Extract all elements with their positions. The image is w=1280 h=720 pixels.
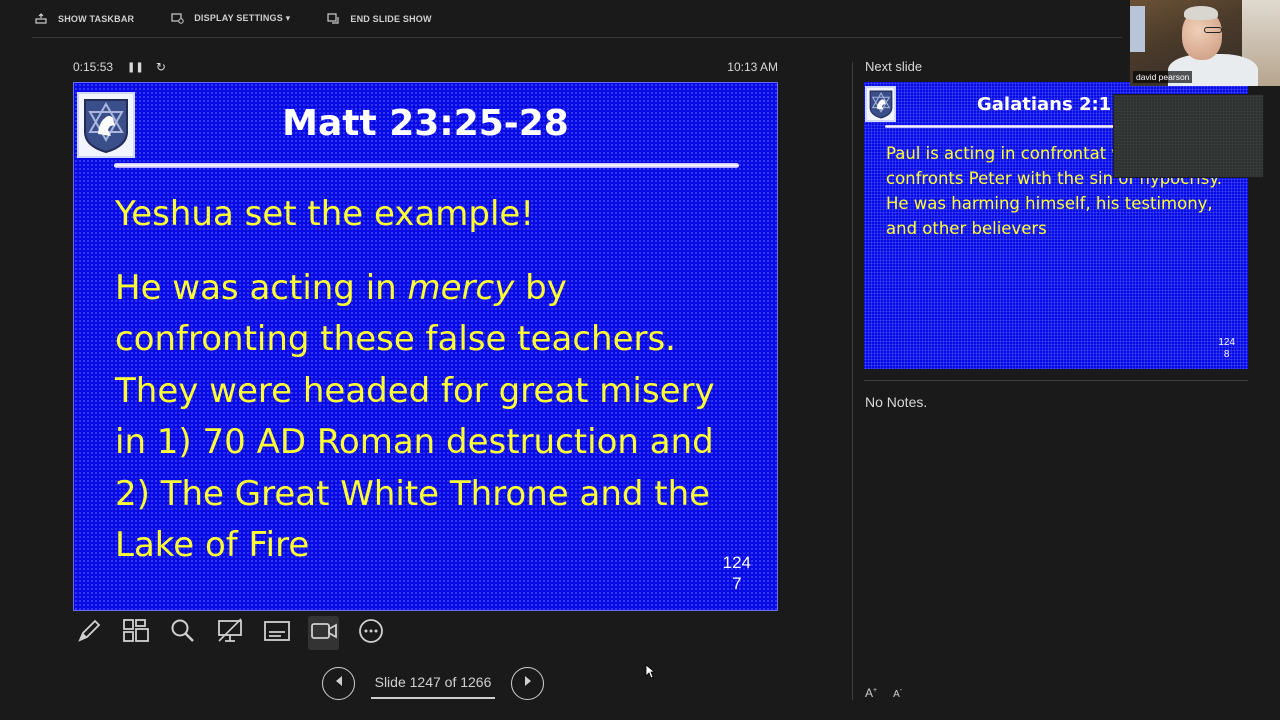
presenter-toolbar: SHOW TASKBAR DISPLAY SETTINGS ▾ END SLID… bbox=[32, 0, 1122, 38]
next-slide-number-bottom: 8 bbox=[1223, 349, 1230, 360]
slide-counter[interactable]: Slide 1247 of 1266 bbox=[355, 666, 511, 700]
slide-counter-underline bbox=[371, 696, 495, 699]
decrease-font-button[interactable]: A- bbox=[893, 686, 902, 700]
next-slide-number: 124 8 bbox=[1218, 337, 1235, 361]
slide-paragraph: He was acting in mercy by confronting th… bbox=[115, 263, 755, 572]
increase-font-label: A bbox=[865, 686, 874, 700]
slide-number-bottom: 7 bbox=[732, 574, 742, 593]
black-screen-button[interactable] bbox=[214, 616, 245, 650]
pen-tool-button[interactable] bbox=[73, 616, 104, 650]
notes-divider bbox=[864, 380, 1248, 381]
pen-icon bbox=[76, 618, 102, 649]
pause-icon[interactable]: ❚❚ bbox=[127, 62, 144, 73]
next-slide-logo bbox=[865, 86, 896, 122]
speaker-notes[interactable]: No Notes. bbox=[865, 394, 927, 410]
reset-icon[interactable]: ↻ bbox=[156, 60, 166, 74]
camera-preview-tile[interactable] bbox=[1113, 94, 1264, 178]
slide-paragraph-start: He was acting in bbox=[115, 267, 408, 308]
slide-body: Yeshua set the example! He was acting in… bbox=[115, 189, 755, 572]
show-taskbar-label: SHOW TASKBAR bbox=[58, 13, 135, 24]
display-settings-icon bbox=[170, 13, 184, 25]
slide-number-top: 124 bbox=[722, 553, 751, 572]
slide-number: 124 7 bbox=[723, 552, 751, 594]
panel-divider[interactable] bbox=[852, 62, 853, 700]
taskbar-icon bbox=[34, 13, 48, 25]
decrease-font-label: A bbox=[893, 689, 900, 700]
next-icon bbox=[522, 674, 534, 693]
end-slide-show-label: END SLIDE SHOW bbox=[350, 13, 432, 24]
subtitles-button[interactable] bbox=[261, 616, 292, 650]
elapsed-timer: 0:15:53 bbox=[73, 60, 114, 74]
display-settings-button[interactable]: DISPLAY SETTINGS ▾ bbox=[170, 13, 290, 25]
previous-slide-button[interactable] bbox=[322, 666, 355, 700]
display-settings-label: DISPLAY SETTINGS ▾ bbox=[194, 13, 291, 23]
see-all-slides-button[interactable] bbox=[120, 616, 151, 650]
end-slide-show-button[interactable]: END SLIDE SHOW bbox=[326, 12, 432, 25]
show-taskbar-button[interactable]: SHOW TASKBAR bbox=[34, 13, 134, 25]
mouse-cursor-icon bbox=[645, 664, 656, 684]
camera-toggle-button[interactable] bbox=[308, 616, 339, 650]
zoom-button[interactable] bbox=[167, 616, 198, 650]
slide-paragraph-rest: by confronting these false teachers. The… bbox=[115, 267, 715, 566]
next-slide-button[interactable] bbox=[511, 666, 544, 700]
zoom-icon bbox=[170, 618, 196, 649]
camera-icon bbox=[310, 620, 338, 647]
participant-glasses bbox=[1204, 27, 1222, 33]
presenter-tools bbox=[73, 616, 386, 650]
slide-navigation: Slide 1247 of 1266 bbox=[322, 666, 544, 700]
participant-name-tag: david pearson bbox=[1133, 71, 1193, 83]
black-screen-icon bbox=[216, 617, 244, 649]
next-slide-number-top: 124 bbox=[1218, 337, 1235, 348]
video-background-monitor bbox=[1130, 6, 1145, 52]
current-time: 10:13 AM bbox=[727, 60, 778, 74]
see-all-slides-icon bbox=[122, 618, 150, 649]
font-size-controls: A+ A- bbox=[865, 686, 902, 700]
slide-lead-text: Yeshua set the example! bbox=[115, 194, 534, 234]
increase-font-button[interactable]: A+ bbox=[865, 686, 877, 700]
subtitles-icon bbox=[263, 619, 291, 648]
slide-title-underline bbox=[114, 163, 739, 168]
slide-counter-text: Slide 1247 of 1266 bbox=[374, 674, 492, 690]
slide-title: Matt 23:25-28 bbox=[282, 103, 569, 144]
next-slide-heading: Next slide bbox=[865, 59, 923, 74]
end-show-icon bbox=[326, 12, 340, 25]
timer-row: 0:15:53 ❚❚ ↻ 10:13 AM bbox=[73, 58, 778, 76]
participant-video[interactable]: david pearson bbox=[1130, 0, 1280, 86]
slide-emphasis: mercy bbox=[407, 267, 515, 308]
participant-hair bbox=[1184, 6, 1218, 20]
next-slide-title: Galatians 2:11 bbox=[977, 94, 1124, 115]
more-options-icon bbox=[358, 618, 384, 649]
previous-icon bbox=[333, 674, 345, 693]
more-options-button[interactable] bbox=[355, 616, 386, 650]
current-slide[interactable]: Matt 23:25-28 Yeshua set the example! He… bbox=[73, 82, 778, 611]
